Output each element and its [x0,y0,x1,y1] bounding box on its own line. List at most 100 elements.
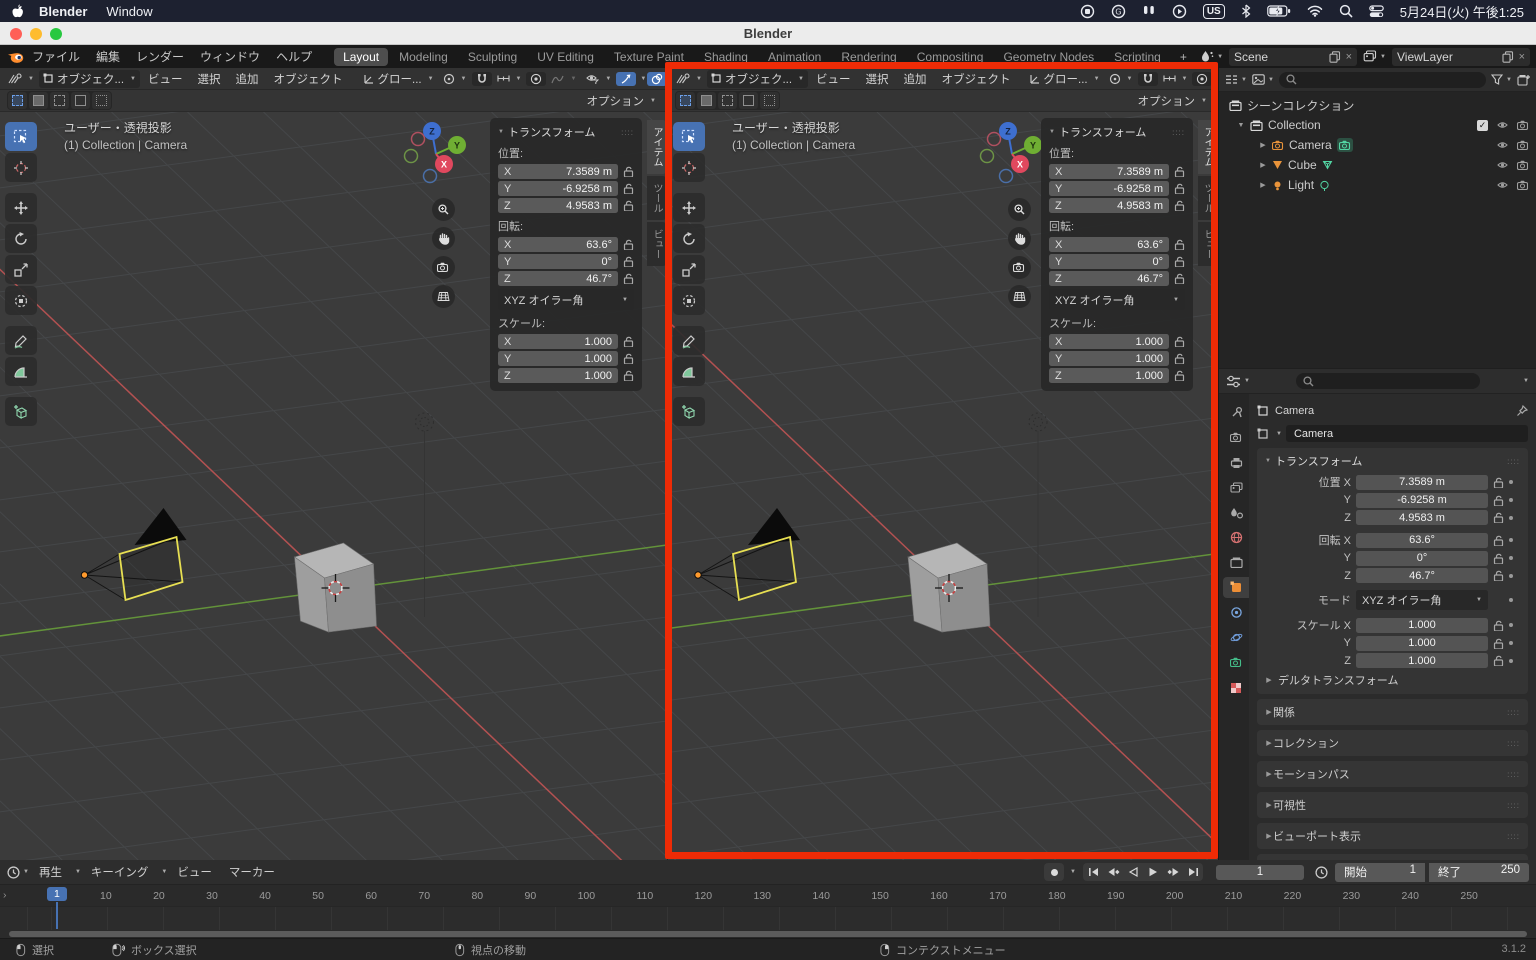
lock-icon[interactable] [623,273,634,284]
disable-render-camera-icon[interactable] [1517,120,1528,130]
section-visibility[interactable]: ▶可視性:::: [1257,792,1528,818]
properties-tab-tool[interactable] [1223,402,1249,423]
delta-transform-section[interactable]: ▶デルタトランスフォーム [1265,672,1520,688]
snap-toggle[interactable] [1138,72,1158,86]
workspace-tab-uv-editing[interactable]: UV Editing [528,48,603,66]
scale-x-field[interactable]: 1.000 [1356,618,1488,633]
workspace-tab-animation[interactable]: Animation [759,48,830,66]
frame-end-field[interactable]: 終了250 [1429,863,1529,882]
workspace-tab-sculpting[interactable]: Sculpting [459,48,526,66]
properties-search-input[interactable] [1296,373,1480,389]
menu-bar-clock[interactable]: 5月24日(火) 午後1:25 [1400,2,1524,21]
hide-viewport-eye-icon[interactable] [1497,180,1508,190]
timeline-editor-type-icon[interactable]: ▼ [7,866,29,879]
add-workspace-button[interactable]: + [1172,50,1195,64]
disable-render-camera-icon[interactable] [1517,140,1528,150]
pivot-point-dropdown[interactable]: ▼ [1105,72,1137,86]
proportional-falloff-dropdown[interactable]: ▼ [547,73,580,85]
properties-tab-view-layer[interactable] [1223,477,1249,498]
measure-tool[interactable] [5,357,37,386]
outliner-row-camera[interactable]: ▶ Camera [1219,135,1536,155]
new-scene-icon[interactable] [1329,51,1341,63]
animate-dot[interactable] [1509,498,1513,502]
outliner-row-light[interactable]: ▶ Light [1219,175,1536,195]
scale-x-field[interactable]: X1.000 [498,334,618,349]
toggle-perspective-icon[interactable] [1008,285,1031,308]
rotation-x-field[interactable]: 63.6° [1356,533,1488,548]
section-relations[interactable]: ▶関係:::: [1257,699,1528,725]
location-z-field[interactable]: Z4.9583 m [498,198,618,213]
visibility-dropdown[interactable]: ▼ [582,72,615,85]
properties-tab-output[interactable] [1223,452,1249,473]
select-mode-intersect[interactable] [92,92,111,109]
timeline-view-menu[interactable]: ビュー [170,864,219,880]
jump-to-end-button[interactable] [1183,863,1203,881]
toggle-perspective-icon[interactable] [432,285,455,308]
control-center-icon[interactable] [1369,5,1384,18]
collapse-icon[interactable]: ▼ [1237,122,1245,129]
breadcrumb-object-name[interactable]: Camera [1275,405,1314,417]
properties-tab-world[interactable] [1223,527,1249,548]
viewport-menu-select[interactable]: 選択 [859,71,896,87]
chrome-status-icon[interactable]: G [1111,4,1126,19]
lock-icon[interactable] [1174,353,1185,364]
proportional-editing-toggle[interactable] [526,72,546,86]
lock-icon[interactable] [1174,239,1185,250]
navigation-gizmo[interactable]: Z Y X [978,118,1050,194]
show-overlays-toggle[interactable] [647,72,667,86]
lock-icon[interactable] [623,183,634,194]
snap-toggle[interactable] [472,72,492,86]
wifi-icon[interactable] [1307,5,1323,17]
cursor-tool[interactable] [5,153,37,182]
animate-dot[interactable] [1509,480,1513,484]
rotation-z-field[interactable]: 46.7° [1356,568,1488,583]
viewlayer-browse-icon[interactable]: ▼ [1363,50,1386,63]
properties-tab-object-data[interactable] [1223,652,1249,673]
lock-icon[interactable] [1174,256,1185,267]
blender-logo-icon[interactable] [6,50,24,64]
select-box-tool[interactable] [5,122,37,151]
viewport-menu-add[interactable]: 追加 [897,71,934,87]
workspace-tab-scripting[interactable]: Scripting [1105,48,1170,66]
rotation-mode-dropdown[interactable]: XYZ オイラー角▼ [498,289,634,310]
outliner-row-cube[interactable]: ▶ Cube [1219,155,1536,175]
location-x-field[interactable]: X7.3589 m [1049,164,1169,179]
select-mode-extend[interactable] [29,92,48,109]
lock-icon[interactable] [1493,477,1504,488]
properties-tab-physics[interactable] [1223,627,1249,648]
mode-dropdown[interactable]: オブジェク...▼ [39,70,140,88]
transform-orientation-dropdown[interactable]: グロー...▼ [359,70,438,88]
show-gizmo-toggle[interactable] [616,72,636,86]
remove-viewlayer-icon[interactable]: × [1519,51,1525,63]
new-viewlayer-icon[interactable] [1502,51,1514,63]
jump-next-keyframe-button[interactable] [1163,863,1183,881]
marker-menu[interactable]: マーカー [222,864,282,880]
animate-dot[interactable] [1509,659,1513,663]
panel-drag-handle[interactable]: :::: [621,128,634,137]
scale-y-field[interactable]: Y1.000 [1049,351,1169,366]
menu-window[interactable]: ウィンドウ [192,48,268,65]
viewport-menu-object[interactable]: オブジェクト [267,71,350,87]
workspace-tab-texture-paint[interactable]: Texture Paint [605,48,693,66]
lock-icon[interactable] [1174,183,1185,194]
location-y-field[interactable]: Y-6.9258 m [1049,181,1169,196]
location-z-field[interactable]: 4.9583 m [1356,510,1488,525]
lock-icon[interactable] [623,353,634,364]
panel-title[interactable]: トランスフォーム [1059,124,1146,140]
workspace-tab-modeling[interactable]: Modeling [390,48,457,66]
timeline-tracks[interactable] [0,906,1536,930]
disable-render-camera-icon[interactable] [1517,180,1528,190]
lock-icon[interactable] [1493,495,1504,506]
lock-icon[interactable] [623,336,634,347]
airpods-icon[interactable] [1142,5,1156,18]
unlink-scene-icon[interactable]: × [1346,51,1352,63]
scene-selector[interactable]: Scene × [1229,48,1357,66]
add-cube-tool[interactable] [5,397,37,426]
auto-keying-record-button[interactable] [1044,863,1064,881]
annotate-tool[interactable] [5,326,37,355]
current-frame-field[interactable]: 1 [1216,865,1304,880]
move-tool[interactable] [673,193,705,222]
select-mode-invert[interactable] [71,92,90,109]
measure-tool[interactable] [673,357,705,386]
apple-menu-icon[interactable] [12,4,25,19]
